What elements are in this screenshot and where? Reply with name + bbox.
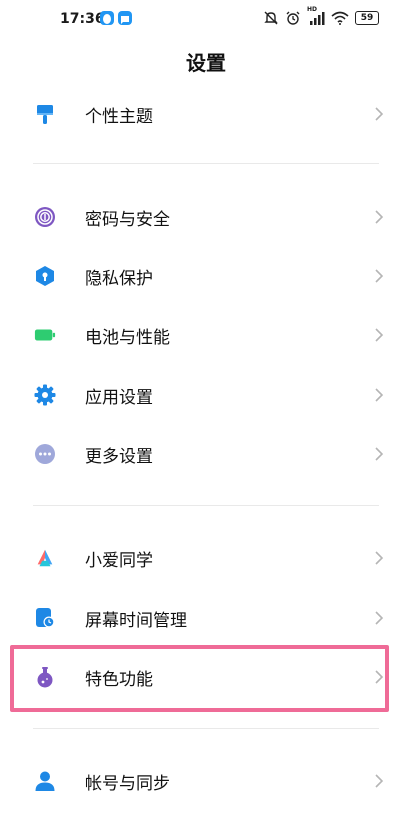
settings-item-account-sync[interactable]: 帐号与同步 [0,752,412,810]
status-bar: 17:36 HD 59 [0,0,412,40]
account-icon [34,770,56,792]
chevron-right-icon [374,327,384,343]
settings-item-label: 小爱同学 [85,550,153,571]
paint-brush-icon [34,103,56,125]
settings-item-theme[interactable]: 个性主题 [0,85,412,143]
divider [33,728,379,729]
status-icons: HD 59 [263,6,379,26]
settings-item-xiaoai[interactable]: 小爱同学 [0,529,412,587]
divider [33,505,379,506]
settings-item-label: 帐号与同步 [85,773,170,794]
settings-item-label: 更多设置 [85,446,153,467]
chevron-right-icon [374,773,384,789]
fingerprint-icon [34,206,56,228]
more-dots-icon [34,443,56,465]
settings-item-app-settings[interactable]: 应用设置 [0,366,412,424]
mute-icon [263,10,279,26]
chevron-right-icon [374,610,384,626]
chevron-right-icon [374,209,384,225]
chevron-right-icon [374,387,384,403]
settings-item-battery[interactable]: 电池与性能 [0,306,412,364]
settings-item-privacy[interactable]: 隐私保护 [0,247,412,305]
screen-time-icon [34,607,56,629]
status-time: 17:36 [60,11,105,27]
battery-icon [34,324,56,346]
settings-item-label: 隐私保护 [85,268,153,289]
xiaoai-icon [34,547,56,569]
page-title: 设置 [186,51,226,75]
alarm-icon [285,10,301,26]
settings-item-label: 电池与性能 [85,327,170,348]
gear-icon [34,384,56,406]
divider [33,163,379,164]
chevron-right-icon [374,268,384,284]
settings-item-label: 应用设置 [85,387,153,408]
settings-item-screen-time[interactable]: 屏幕时间管理 [0,589,412,647]
settings-item-security[interactable]: 密码与安全 [0,188,412,246]
privacy-shield-icon [34,265,56,287]
chevron-right-icon [374,446,384,462]
chevron-right-icon [374,550,384,566]
chevron-right-icon [374,106,384,122]
settings-item-label: 密码与安全 [85,209,170,230]
hd-label: HD [307,6,318,13]
battery-indicator: 59 [355,11,379,25]
wifi-icon [331,11,349,25]
settings-item-more[interactable]: 更多设置 [0,425,412,483]
message-notification-icon [118,11,132,25]
qq-notification-icon [100,11,114,25]
settings-item-label: 个性主题 [85,106,153,127]
highlight-frame [10,645,389,712]
settings-item-label: 屏幕时间管理 [85,610,187,631]
cell-signal-icon: HD [307,6,325,26]
